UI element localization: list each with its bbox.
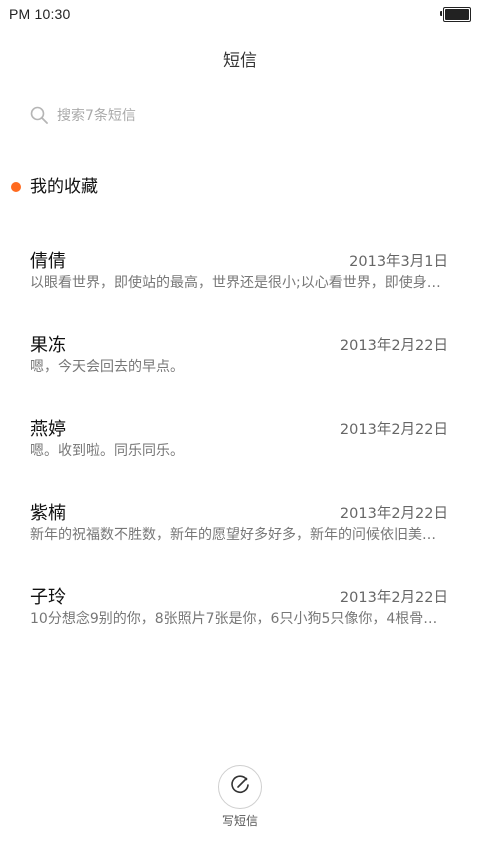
search-bar[interactable]: 搜索7条短信 xyxy=(30,101,450,129)
favorites-item[interactable]: 我的收藏 xyxy=(30,172,98,197)
message-item-1[interactable]: 果冻 2013年2月22日 嗯，今天会回去的早点。 xyxy=(0,324,480,408)
message-preview: 嗯，今天会回去的早点。 xyxy=(30,359,184,375)
unread-dot xyxy=(11,182,21,192)
compose-icon xyxy=(229,774,251,800)
contact-name: 紫楠 xyxy=(30,503,66,524)
status-time: PM 10:30 xyxy=(9,6,71,22)
message-date: 2013年2月22日 xyxy=(339,338,448,354)
message-date: 2013年2月22日 xyxy=(339,590,448,606)
status-bar: PM 10:30 xyxy=(0,0,480,28)
search-icon xyxy=(30,106,48,124)
message-preview: 以眼看世界，即使站的最高，世界还是很小;以心看世界，即使身… xyxy=(30,275,441,291)
battery-icon xyxy=(440,7,471,22)
contact-name: 倩倩 xyxy=(30,251,66,272)
contact-name: 果冻 xyxy=(30,335,66,356)
message-item-4[interactable]: 子玲 2013年2月22日 10分想念9别的你，8张照片7张是你，6只小狗5只像… xyxy=(0,576,480,660)
compose-label[interactable]: 写短信 xyxy=(0,812,480,829)
contact-name: 子玲 xyxy=(30,587,66,608)
message-item-3[interactable]: 紫楠 2013年2月22日 新年的祝福数不胜数，新年的愿望好多好多，新年的问候依… xyxy=(0,492,480,576)
page-title: 短信 xyxy=(223,51,257,71)
message-preview: 嗯。收到啦。同乐同乐。 xyxy=(30,443,184,459)
contact-name: 燕婷 xyxy=(30,419,66,440)
message-date: 2013年2月22日 xyxy=(339,422,448,438)
message-preview: 新年的祝福数不胜数，新年的愿望好多好多，新年的问候依旧美… xyxy=(30,527,436,543)
message-list: 倩倩 2013年3月1日 以眼看世界，即使站的最高，世界还是很小;以心看世界，即… xyxy=(0,240,480,660)
message-preview: 10分想念9别的你，8张照片7张是你，6只小狗5只像你，4根骨… xyxy=(30,611,438,627)
message-date: 2013年2月22日 xyxy=(339,506,448,522)
message-item-0[interactable]: 倩倩 2013年3月1日 以眼看世界，即使站的最高，世界还是很小;以心看世界，即… xyxy=(0,240,480,324)
compose-button[interactable] xyxy=(218,765,262,809)
message-date: 2013年3月1日 xyxy=(349,254,448,270)
search-input[interactable]: 搜索7条短信 xyxy=(57,105,136,125)
message-item-2[interactable]: 燕婷 2013年2月22日 嗯。收到啦。同乐同乐。 xyxy=(0,408,480,492)
